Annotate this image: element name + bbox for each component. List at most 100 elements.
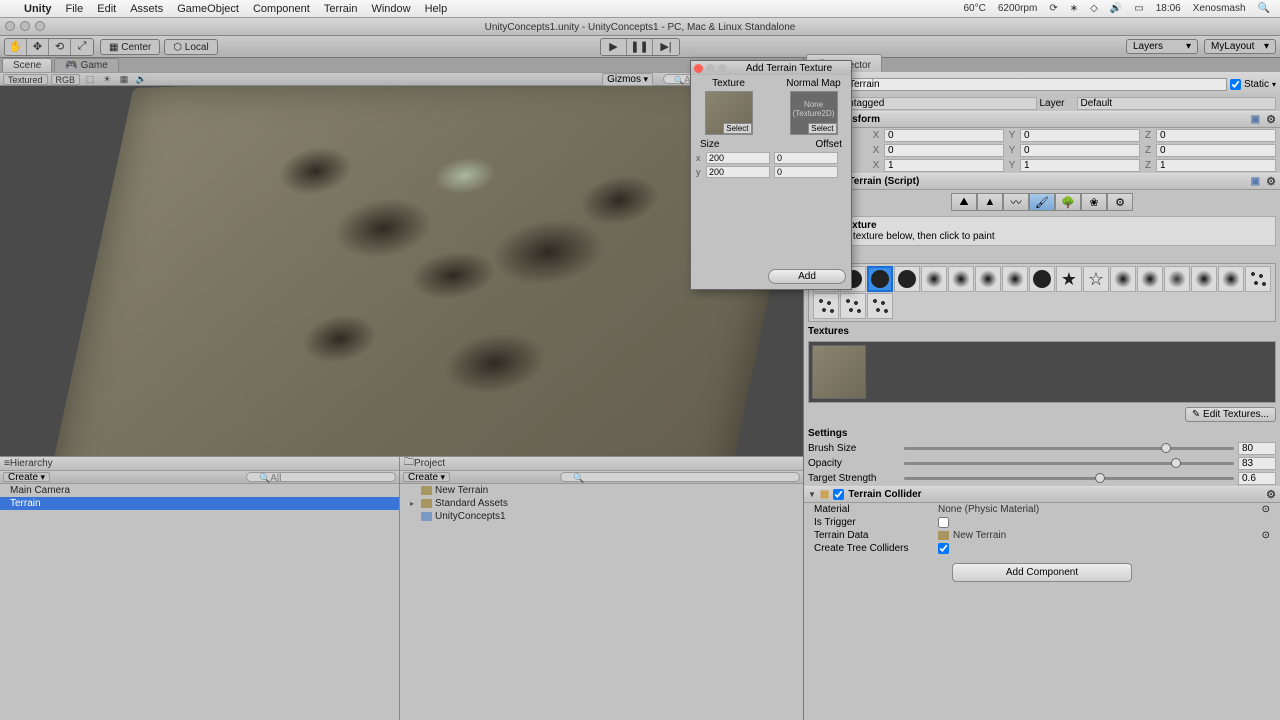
brush-noise-7[interactable] [1191,266,1217,292]
menu-window[interactable]: Window [371,3,410,15]
brush-hard-1[interactable] [867,266,893,292]
offset-y-input[interactable] [774,166,838,178]
hierarchy-item-terrain[interactable]: Terrain [0,497,399,510]
rotation-y-input[interactable] [1020,144,1140,157]
play-button[interactable]: ▶ [601,39,627,55]
scene-audio-toggle[interactable]: 🔊 [134,74,148,85]
texture-select-button[interactable]: Select [723,123,751,134]
dialog-close-icon[interactable] [694,64,703,73]
menu-help[interactable]: Help [425,3,448,15]
hierarchy-search-input[interactable]: 🔍All [246,472,396,482]
add-component-button[interactable]: Add Component [952,563,1132,582]
component-settings-icon[interactable]: ⚙ [1266,488,1276,501]
position-y-input[interactable] [1020,129,1140,142]
menubar-time[interactable]: 18:06 [1156,3,1181,14]
brush-noise-4[interactable] [1002,266,1028,292]
spotlight-icon[interactable]: 🔍 [1258,3,1270,14]
opacity-slider[interactable] [904,462,1234,465]
brush-noise-3[interactable] [975,266,1001,292]
traffic-lights[interactable] [5,21,45,31]
brush-hard-3[interactable] [1029,266,1055,292]
volume-icon[interactable]: 🔊 [1110,3,1122,14]
bluetooth-icon[interactable]: ∗ [1070,3,1078,14]
minimize-window-icon[interactable] [20,21,30,31]
scale-tool-button[interactable]: ⤢ [71,39,93,55]
scene-lighting-toggle[interactable]: ☀ [100,74,114,85]
menu-component[interactable]: Component [253,3,310,15]
sync-icon[interactable]: ⟳ [1049,3,1057,14]
brush-noise-6[interactable] [1137,266,1163,292]
close-window-icon[interactable] [5,21,15,31]
step-button[interactable]: ▶| [653,39,679,55]
position-z-input[interactable] [1156,129,1276,142]
brush-soft-3[interactable] [1164,266,1190,292]
zoom-window-icon[interactable] [35,21,45,31]
brush-dots-3[interactable] [840,293,866,319]
brush-dots-4[interactable] [867,293,893,319]
dialog-add-button[interactable]: Add [768,269,846,284]
target-strength-value[interactable] [1238,472,1276,485]
create-tree-colliders-checkbox[interactable] [938,543,949,554]
scene-2d-toggle[interactable]: ⬚ [83,74,97,85]
opacity-value[interactable] [1238,457,1276,470]
transform-component-header[interactable]: ▼⧉ Transform ▣ ⚙ [804,111,1280,128]
scale-z-input[interactable] [1156,159,1276,172]
rotation-z-input[interactable] [1156,144,1276,157]
dialog-titlebar[interactable]: Add Terrain Texture [691,61,851,75]
brush-noise-2[interactable] [948,266,974,292]
scale-x-input[interactable] [884,159,1004,172]
material-field[interactable]: None (Physic Material) [938,504,1039,515]
shading-mode-dropdown[interactable]: Textured [3,74,48,85]
rotation-x-input[interactable] [884,144,1004,157]
brush-size-slider[interactable] [904,447,1234,450]
dialog-zoom-icon[interactable] [718,64,727,73]
menubar-user[interactable]: Xenosmash [1193,3,1246,14]
size-x-input[interactable] [706,152,770,164]
pause-button[interactable]: ❚❚ [627,39,653,55]
menu-file[interactable]: File [66,3,84,15]
gameobject-name-input[interactable] [845,78,1227,91]
paint-height-button[interactable]: ▲ [977,193,1003,211]
object-picker-icon[interactable]: ⊙ [1262,504,1270,515]
project-item-standard-assets[interactable]: ▸Standard Assets [400,497,803,510]
scene-fx-toggle[interactable]: ▦ [117,74,131,85]
project-item-new-terrain[interactable]: New Terrain [400,484,803,497]
static-checkbox[interactable] [1230,79,1241,90]
pivot-center-button[interactable]: ▦ Center [100,39,160,55]
paint-texture-button[interactable]: 🖌 [1029,193,1055,211]
smooth-height-button[interactable]: 〰 [1003,193,1029,211]
hand-tool-button[interactable]: ✋ [5,39,27,55]
battery-icon[interactable]: ▭ [1134,3,1143,14]
terrain-collider-header[interactable]: ▼▦ Terrain Collider ⚙ [804,486,1280,503]
paint-details-button[interactable]: ❀ [1081,193,1107,211]
place-trees-button[interactable]: 🌳 [1055,193,1081,211]
menu-gameobject[interactable]: GameObject [177,3,239,15]
terrain-texture-thumb[interactable] [812,345,866,399]
scene-viewport[interactable] [0,86,803,456]
gizmos-dropdown[interactable]: Gizmos ▾ [602,73,653,86]
menu-edit[interactable]: Edit [97,3,116,15]
brush-star-fill[interactable] [1056,266,1082,292]
hierarchy-item-main-camera[interactable]: Main Camera [0,484,399,497]
brush-size-value[interactable] [1238,442,1276,455]
brush-dots-2[interactable] [813,293,839,319]
size-y-input[interactable] [706,166,770,178]
project-item-unityconcepts1[interactable]: UnityConcepts1 [400,510,803,523]
scale-y-input[interactable] [1020,159,1140,172]
normalmap-slot[interactable]: None (Texture2D) Select [790,91,838,135]
edit-textures-button[interactable]: ✎ Edit Textures... [1185,407,1276,422]
brush-noise-5[interactable] [1110,266,1136,292]
normalmap-select-button[interactable]: Select [808,123,836,134]
raise-lower-terrain-button[interactable]: ⛰ [951,193,977,211]
brush-noise-1[interactable] [921,266,947,292]
game-tab[interactable]: 🎮 Game [54,58,118,72]
help-icon[interactable]: ▣ [1251,114,1260,125]
tag-dropdown[interactable]: Untagged [837,97,1037,110]
app-menu[interactable]: Unity [24,3,52,15]
offset-x-input[interactable] [774,152,838,164]
project-search-input[interactable]: 🔍 [560,472,800,482]
component-settings-icon[interactable]: ⚙ [1266,113,1276,126]
wifi-icon[interactable]: ◇ [1090,3,1098,14]
object-picker-icon[interactable]: ⊙ [1262,530,1270,541]
menu-terrain[interactable]: Terrain [324,3,358,15]
